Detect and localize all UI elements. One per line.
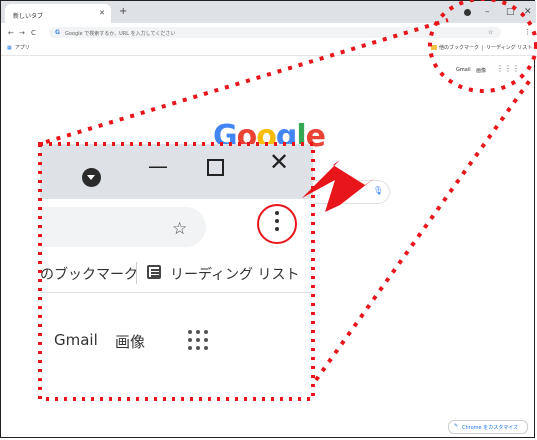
annotation-overlay	[38, 142, 376, 401]
zoom-dotted-frame	[38, 142, 315, 401]
